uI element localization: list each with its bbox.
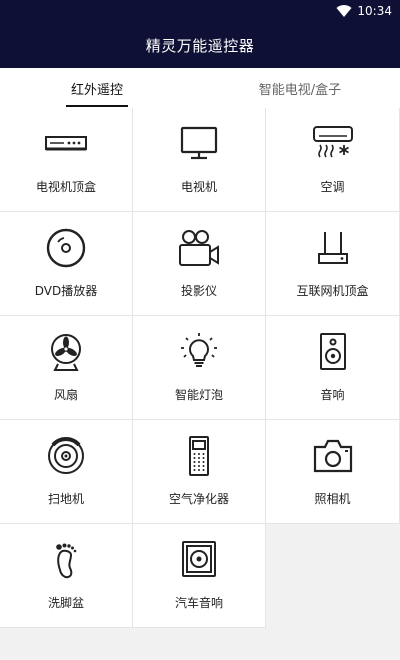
tab-bar: 红外遥控 智能电视/盒子 — [0, 68, 400, 108]
device-set-top-box[interactable]: 电视机顶盒 — [0, 108, 133, 212]
air-purifier-icon — [177, 436, 221, 476]
car-audio-icon — [177, 540, 221, 580]
device-label: 智能灯泡 — [174, 388, 223, 402]
light-bulb-icon — [177, 332, 221, 372]
fan-icon — [44, 332, 88, 372]
device-dvd-player[interactable]: DVD播放器 — [0, 212, 133, 316]
device-air-purifier[interactable]: 空气净化器 — [133, 420, 266, 524]
tv-icon — [177, 124, 221, 164]
status-time: 10:34 — [357, 4, 392, 18]
foot-bath-icon — [44, 540, 88, 580]
status-bar: 10:34 — [0, 0, 400, 22]
device-label: 空气净化器 — [168, 492, 229, 506]
device-air-conditioner[interactable]: 空调 — [266, 108, 400, 212]
air-conditioner-icon — [311, 124, 355, 164]
device-label: 照相机 — [314, 492, 351, 506]
wifi-icon — [336, 5, 352, 17]
device-smart-bulb[interactable]: 智能灯泡 — [133, 316, 266, 420]
set-top-box-icon — [44, 124, 88, 164]
device-tv[interactable]: 电视机 — [133, 108, 266, 212]
device-label: 空调 — [320, 180, 345, 194]
device-foot-bath[interactable]: 洗脚盆 — [0, 524, 133, 628]
device-camera[interactable]: 照相机 — [266, 420, 400, 524]
camera-icon — [311, 436, 355, 476]
device-fan[interactable]: 风扇 — [0, 316, 133, 420]
active-tab-indicator — [66, 105, 128, 107]
device-label: DVD播放器 — [34, 284, 98, 298]
tab-label: 智能电视/盒子 — [258, 82, 342, 98]
status-right: 10:34 — [336, 0, 392, 22]
device-label: 洗脚盆 — [47, 596, 84, 610]
robot-vacuum-icon — [44, 436, 88, 476]
projector-icon — [177, 228, 221, 268]
tab-infrared-remote[interactable]: 红外遥控 — [66, 68, 128, 108]
app-title: 精灵万能遥控器 — [145, 36, 255, 55]
device-label: 电视机顶盒 — [35, 180, 96, 194]
device-label: 音响 — [320, 388, 345, 402]
tab-label: 红外遥控 — [70, 82, 123, 98]
device-label: 扫地机 — [47, 492, 84, 506]
device-robot-vacuum[interactable]: 扫地机 — [0, 420, 133, 524]
device-internet-box[interactable]: 互联网机顶盒 — [266, 212, 400, 316]
device-speaker[interactable]: 音响 — [266, 316, 400, 420]
device-label: 投影仪 — [180, 284, 217, 298]
device-projector[interactable]: 投影仪 — [133, 212, 266, 316]
dvd-icon — [44, 228, 88, 268]
app-bar: 精灵万能遥控器 — [0, 22, 400, 68]
speaker-icon — [311, 332, 355, 372]
device-label: 电视机 — [180, 180, 217, 194]
empty-grid-slot — [266, 524, 400, 628]
internet-box-icon — [311, 228, 355, 268]
device-label: 互联网机顶盒 — [296, 284, 369, 298]
device-car-audio[interactable]: 汽车音响 — [133, 524, 266, 628]
device-label: 风扇 — [53, 388, 78, 402]
device-label: 汽车音响 — [174, 596, 223, 610]
tab-smart-tv-box[interactable]: 智能电视/盒子 — [250, 68, 350, 108]
